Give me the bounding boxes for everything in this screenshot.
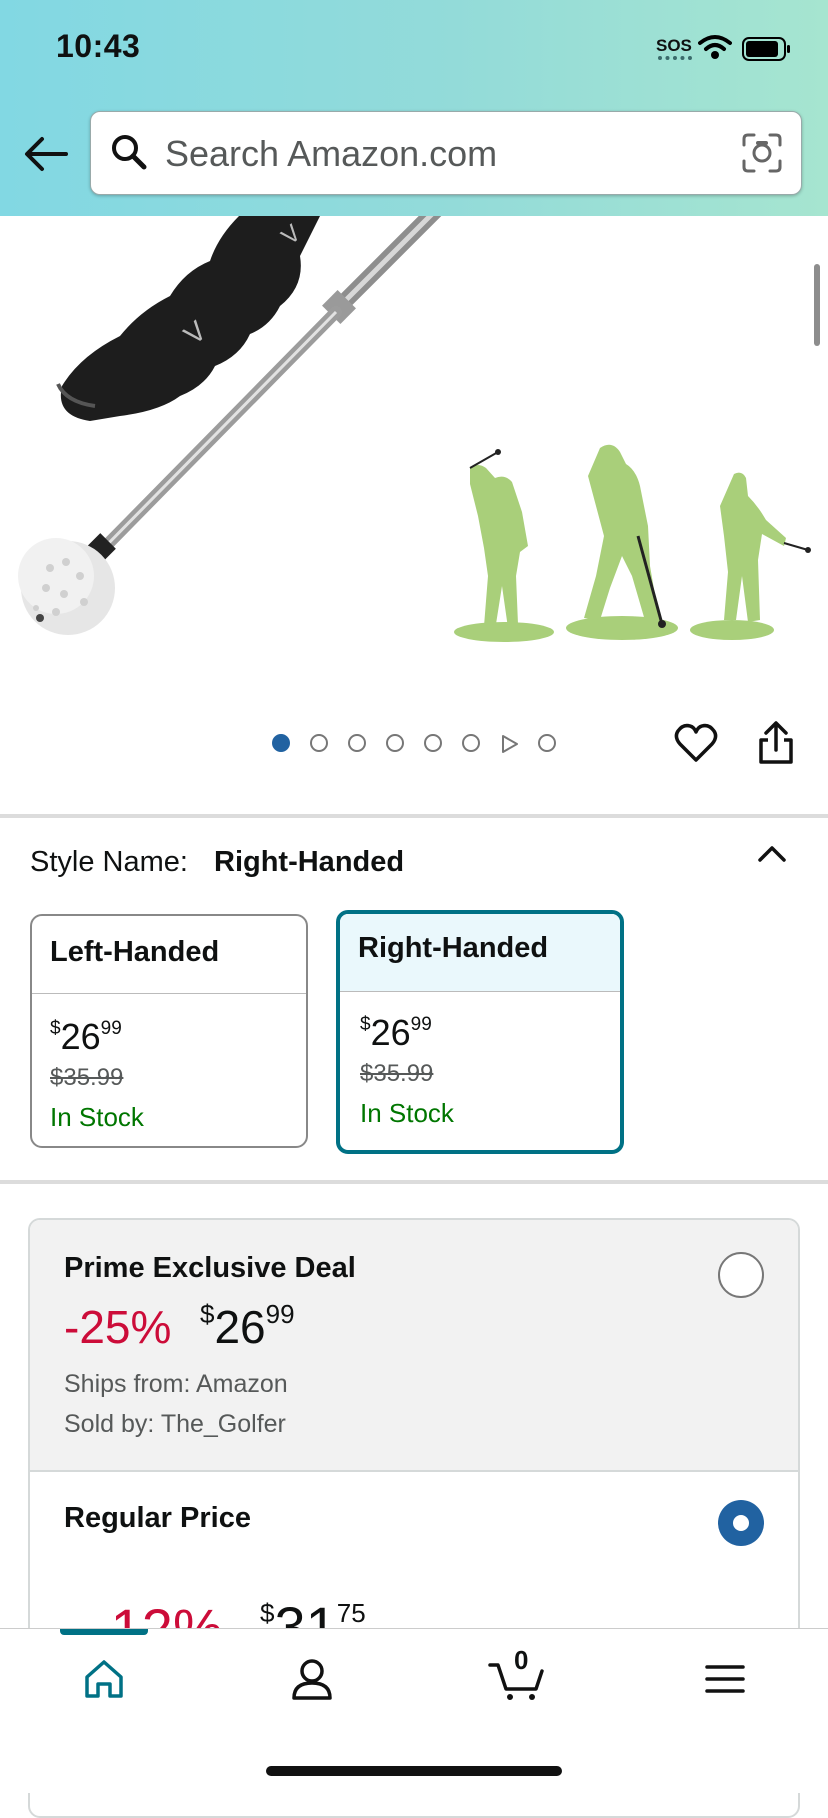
video-play-icon[interactable] bbox=[498, 733, 520, 755]
heart-icon[interactable] bbox=[674, 722, 718, 764]
product-image-carousel[interactable]: V V bbox=[0, 216, 828, 796]
image-dot-4[interactable] bbox=[386, 734, 404, 752]
page-scrollbar[interactable] bbox=[814, 264, 820, 346]
signal-dots bbox=[658, 56, 692, 60]
style-option-stock: In Stock bbox=[50, 1102, 144, 1132]
menu-icon[interactable] bbox=[704, 1657, 746, 1701]
battery-icon bbox=[742, 37, 790, 61]
regular-price-radio[interactable] bbox=[718, 1500, 764, 1546]
home-icon[interactable] bbox=[82, 1657, 126, 1701]
image-pagination[interactable] bbox=[268, 734, 568, 758]
image-dot-5[interactable] bbox=[424, 734, 442, 752]
app-header: 10:43 SOS bbox=[0, 0, 828, 216]
sold-by: Sold by: The_Golfer bbox=[64, 1410, 286, 1438]
style-option-list-price: $35.99 bbox=[360, 1060, 434, 1087]
regular-price-title: Regular Price bbox=[64, 1502, 251, 1534]
prime-deal-option[interactable]: Prime Exclusive Deal -25% $2699 Ships fr… bbox=[30, 1220, 798, 1472]
ships-from: Ships from: Amazon bbox=[64, 1370, 288, 1398]
style-option-name: Left-Handed bbox=[32, 916, 306, 994]
image-dot-3[interactable] bbox=[348, 734, 366, 752]
account-icon[interactable] bbox=[290, 1657, 334, 1701]
camera-scan-icon[interactable] bbox=[741, 132, 783, 174]
image-dot-6[interactable] bbox=[462, 734, 480, 752]
share-icon[interactable] bbox=[756, 720, 796, 766]
section-divider bbox=[0, 814, 828, 818]
image-dot-8[interactable] bbox=[538, 734, 556, 752]
style-option-left-handed[interactable]: Left-Handed $2699 $35.99 In Stock bbox=[30, 914, 308, 1148]
cart-count-badge: 0 bbox=[514, 1645, 529, 1675]
image-dot-2[interactable] bbox=[310, 734, 328, 752]
back-arrow-icon[interactable] bbox=[22, 134, 70, 174]
image-dot-1[interactable] bbox=[272, 734, 290, 752]
status-time: 10:43 bbox=[56, 28, 141, 64]
chevron-up-icon[interactable] bbox=[756, 838, 788, 870]
home-indicator bbox=[266, 1766, 562, 1776]
style-option-right-handed[interactable]: Right-Handed $2699 $35.99 In Stock bbox=[336, 910, 624, 1154]
style-option-stock: In Stock bbox=[360, 1098, 454, 1128]
style-option-price: $2699 bbox=[50, 1016, 122, 1057]
search-icon bbox=[112, 135, 147, 170]
product-image: V V bbox=[18, 216, 811, 642]
sos-indicator: SOS bbox=[656, 36, 692, 55]
prime-deal-title: Prime Exclusive Deal bbox=[64, 1252, 356, 1284]
active-tab-indicator bbox=[60, 1629, 148, 1635]
style-name-label: Style Name: bbox=[30, 846, 188, 878]
style-name-value: Right-Handed bbox=[214, 846, 405, 878]
section-divider bbox=[0, 1180, 828, 1184]
search-input[interactable] bbox=[163, 126, 707, 182]
search-bar[interactable] bbox=[90, 111, 802, 195]
style-option-list-price: $35.99 bbox=[50, 1064, 124, 1091]
prime-deal-price: $2699 bbox=[200, 1298, 295, 1353]
style-option-price: $2699 bbox=[360, 1012, 432, 1053]
prime-deal-discount: -25% bbox=[64, 1301, 172, 1353]
wifi-icon bbox=[698, 35, 732, 59]
style-option-name: Right-Handed bbox=[340, 914, 620, 992]
prime-deal-radio[interactable] bbox=[718, 1252, 764, 1298]
